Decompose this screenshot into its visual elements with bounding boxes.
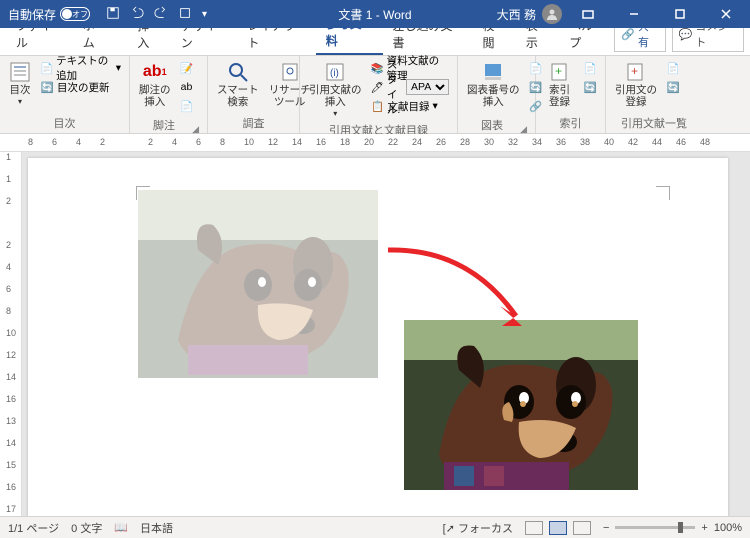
- insert-citation-button[interactable]: (i) 引用文献の 挿入▾: [306, 59, 365, 120]
- footnote-small-2[interactable]: ab: [178, 78, 196, 96]
- mark-index-button[interactable]: + 索引登録: [542, 59, 577, 110]
- toa-small-1[interactable]: 📄: [664, 59, 682, 77]
- ribbon: 目次▾ 📄テキストの追加 ▾ 🔄目次の更新 目次 ab1 脚注の 挿入 📝 ab…: [0, 56, 750, 134]
- citation-style-select[interactable]: 🖊スタイル: APA: [369, 78, 452, 96]
- bibliography-button[interactable]: 📋文献目録 ▾: [369, 97, 452, 115]
- svg-text:(i): (i): [330, 68, 339, 79]
- insert-footnote-button[interactable]: ab1 脚注の 挿入: [136, 59, 174, 110]
- zoom-level[interactable]: 100%: [714, 522, 742, 534]
- update-toc-icon: 🔄: [40, 80, 54, 94]
- index-small-1[interactable]: 📄: [581, 59, 599, 77]
- close-button[interactable]: [706, 0, 746, 28]
- add-text-button[interactable]: 📄テキストの追加 ▾: [38, 59, 123, 77]
- minimize-button[interactable]: [614, 0, 654, 28]
- ruler-horizontal[interactable]: 8642246810121416182022242628303234363840…: [0, 134, 750, 152]
- zoom-out-button[interactable]: −: [603, 522, 609, 534]
- window-title: 文書 1 - Word: [338, 6, 411, 23]
- ruler-vertical[interactable]: 1122468101214161314151617: [0, 152, 22, 520]
- toc-icon: [9, 61, 31, 83]
- qat-more-icon[interactable]: [178, 6, 192, 23]
- ribbon-display-button[interactable]: [568, 0, 608, 28]
- autosave-toggle[interactable]: 自動保存 オフ: [8, 6, 90, 23]
- add-text-icon: 📄: [40, 61, 53, 75]
- ribbon-tabs: ファイル ホーム 挿入 デザイン レイアウト 参考資料 差し込み文書 校閲 表示…: [0, 28, 750, 56]
- zoom-slider[interactable]: [615, 526, 695, 529]
- image-faded[interactable]: [138, 190, 378, 378]
- status-bar: 1/1 ページ 0 文字 📖 日本語 [➚ フォーカス − + 100%: [0, 516, 750, 538]
- bibliography-icon: 📋: [371, 99, 385, 113]
- manage-sources-icon: 📚: [371, 61, 384, 75]
- footnote-small-3[interactable]: 📄: [178, 97, 196, 115]
- zoom-in-button[interactable]: +: [701, 522, 707, 534]
- toa-small-2[interactable]: 🔄: [664, 78, 682, 96]
- redo-icon[interactable]: [154, 6, 168, 23]
- insert-caption-button[interactable]: 図表番号の 挿入: [464, 59, 523, 110]
- mark-citation-button[interactable]: + 引用文の 登録: [612, 59, 660, 110]
- mark-index-icon: +: [549, 61, 571, 83]
- crop-mark-tr: [656, 186, 670, 200]
- maximize-button[interactable]: [660, 0, 700, 28]
- manage-sources-button[interactable]: 📚資料文献の管理: [369, 59, 452, 77]
- status-word-count[interactable]: 0 文字: [71, 520, 102, 536]
- svg-text:+: +: [631, 64, 638, 78]
- image-clear[interactable]: [404, 320, 638, 490]
- researcher-icon: [279, 61, 301, 83]
- status-proofing-icon[interactable]: 📖: [114, 521, 128, 534]
- titlebar: 自動保存 オフ ▾ 文書 1 - Word 大西 務: [0, 0, 750, 28]
- status-language[interactable]: 日本語: [140, 520, 173, 536]
- document-page[interactable]: [28, 158, 728, 518]
- footnote-small-1[interactable]: 📝: [178, 59, 196, 77]
- svg-text:+: +: [555, 64, 562, 78]
- avatar[interactable]: [542, 4, 562, 24]
- view-print-button[interactable]: [549, 521, 567, 535]
- status-page[interactable]: 1/1 ページ: [8, 520, 59, 536]
- update-toc-button[interactable]: 🔄目次の更新: [38, 78, 123, 96]
- caption-icon: [482, 61, 504, 83]
- style-icon: 🖊: [371, 80, 384, 94]
- focus-mode-button[interactable]: [➚ フォーカス: [443, 520, 513, 536]
- undo-icon[interactable]: [130, 6, 144, 23]
- index-small-2[interactable]: 🔄: [581, 78, 599, 96]
- smart-lookup-button[interactable]: スマート 検索: [214, 59, 262, 110]
- view-web-button[interactable]: [573, 521, 591, 535]
- view-read-button[interactable]: [525, 521, 543, 535]
- user-name[interactable]: 大西 務: [497, 6, 536, 23]
- save-icon[interactable]: [106, 6, 120, 23]
- insert-citation-icon: (i): [324, 61, 346, 83]
- mark-citation-icon: +: [625, 61, 647, 83]
- toc-button[interactable]: 目次▾: [6, 59, 34, 108]
- footnote-icon: ab1: [144, 61, 166, 83]
- smart-lookup-icon: [227, 61, 249, 83]
